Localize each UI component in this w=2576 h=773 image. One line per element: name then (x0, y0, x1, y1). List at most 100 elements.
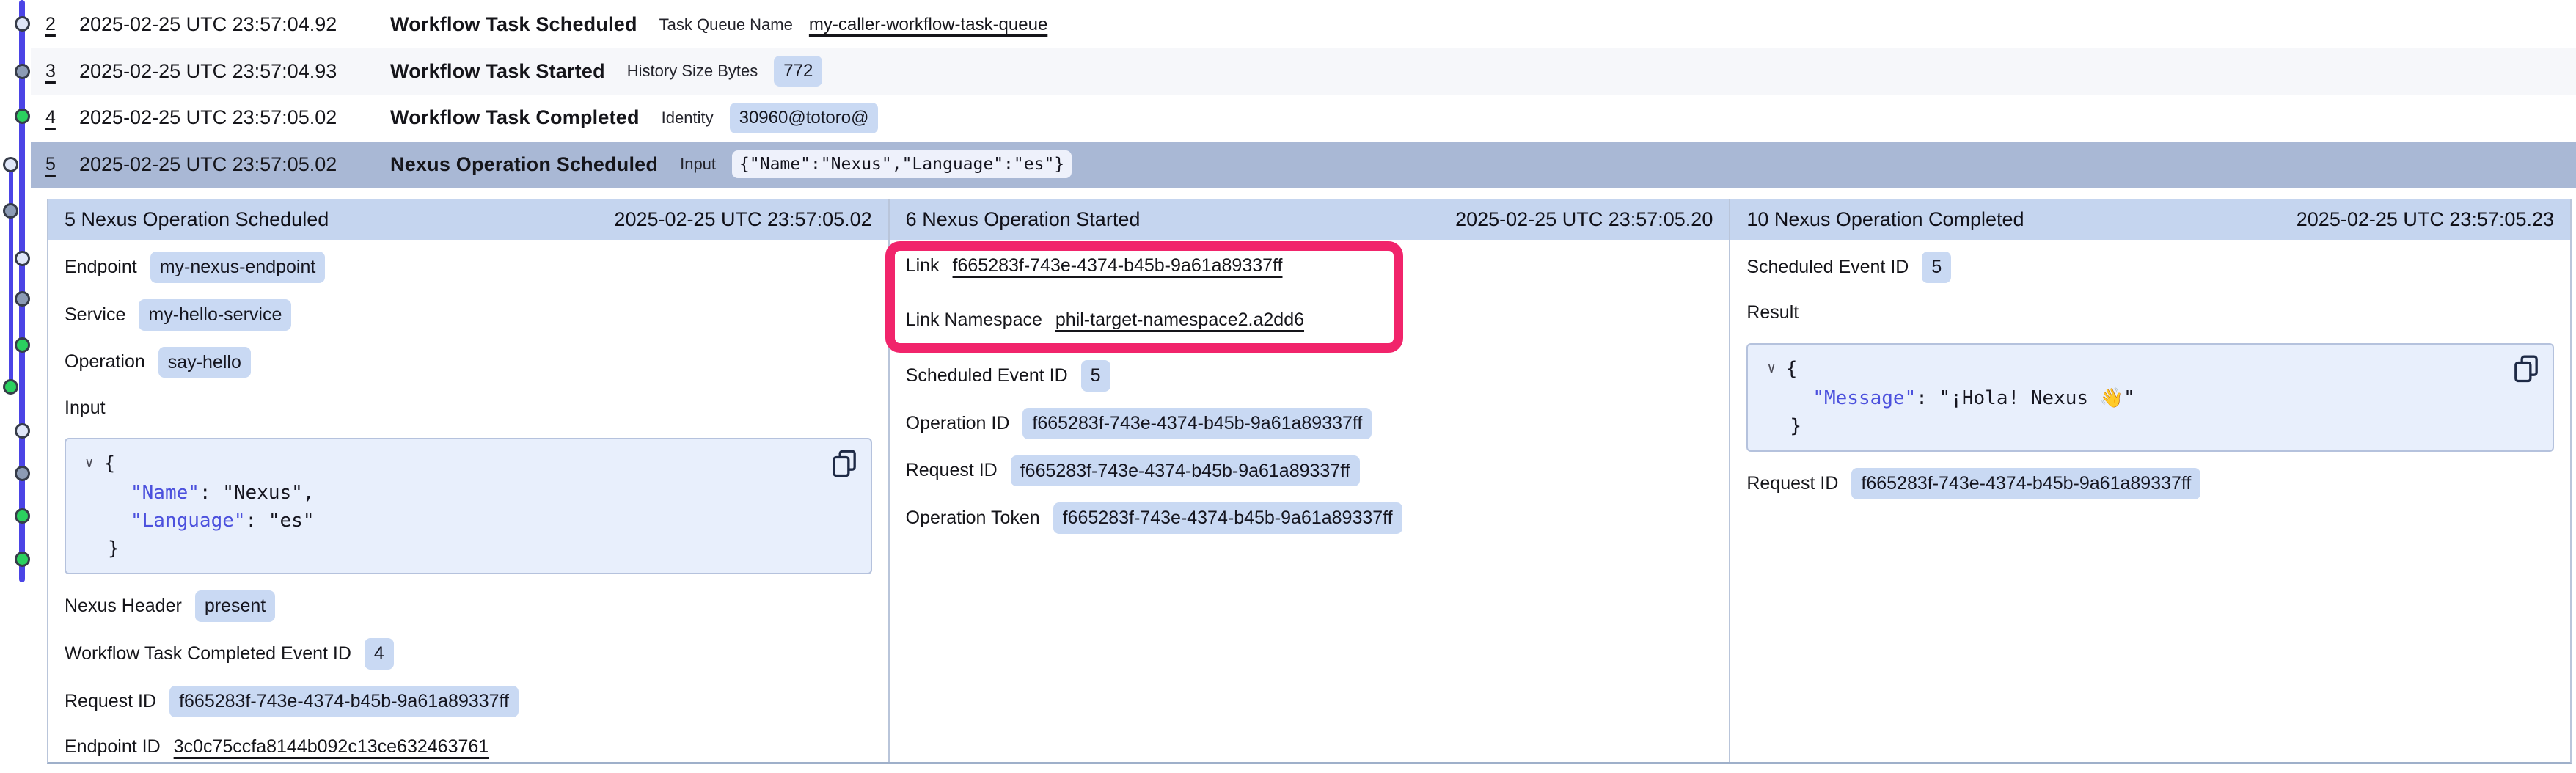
copy-icon[interactable] (830, 448, 859, 477)
json-line: } (1767, 412, 2533, 440)
timeline-event-dot[interactable] (15, 109, 30, 124)
event-detail-label: Identity (662, 109, 714, 128)
detail-row-result-label: Result (1746, 299, 2554, 327)
panel-header: 6 Nexus Operation Started 2025-02-25 UTC… (890, 199, 1730, 240)
event-row-3[interactable]: 3 2025-02-25 UTC 23:57:04.93 Workflow Ta… (31, 48, 2576, 95)
detail-row-endpoint-id: Endpoint ID 3c0c75ccfa8144b092c13ce63246… (65, 733, 872, 761)
event-row-2[interactable]: 2 2025-02-25 UTC 23:57:04.92 Workflow Ta… (31, 1, 2576, 48)
event-detail-badge: 772 (774, 56, 822, 87)
detail-badge: say-hello (158, 347, 251, 378)
detail-row-request-id: Request ID f665283f-743e-4374-b45b-9a61a… (1746, 468, 2554, 499)
detail-badge: my-nexus-endpoint (150, 252, 326, 283)
event-name: Workflow Task Started (390, 60, 605, 83)
timeline-event-dot[interactable] (15, 552, 30, 567)
event-id-link[interactable]: 4 (45, 107, 56, 128)
link-namespace-link[interactable]: phil-target-namespace2.a2dd6 (1055, 309, 1304, 331)
detail-row-link-namespace: Link Namespace phil-target-namespace2.a2… (906, 306, 1713, 334)
detail-row-request-id: Request ID f665283f-743e-4374-b45b-9a61a… (906, 455, 1713, 487)
collapse-chevron-icon[interactable]: ∨ (1767, 360, 1775, 376)
detail-label: Endpoint (65, 257, 137, 278)
endpoint-id-link[interactable]: 3c0c75ccfa8144b092c13ce632463761 (174, 736, 489, 758)
detail-label: Workflow Task Completed Event ID (65, 643, 351, 664)
detail-row-request-id: Request ID f665283f-743e-4374-b45b-9a61a… (65, 686, 872, 717)
detail-badge: my-hello-service (139, 299, 291, 331)
timeline-event-dot[interactable] (15, 508, 30, 524)
detail-label: Request ID (1746, 473, 1838, 494)
detail-label: Operation (65, 351, 145, 373)
event-row-4[interactable]: 4 2025-02-25 UTC 23:57:05.02 Workflow Ta… (31, 95, 2576, 142)
detail-badge: 4 (365, 638, 394, 670)
timeline-event-dot[interactable] (3, 379, 18, 395)
timeline-event-dot[interactable] (15, 423, 30, 439)
event-row-5-selected[interactable]: 5 2025-02-25 UTC 23:57:05.02 Nexus Opera… (31, 142, 2576, 188)
panel-timestamp: 2025-02-25 UTC 23:57:05.02 (614, 208, 871, 231)
copy-icon[interactable] (2511, 353, 2541, 383)
workflow-history-page: 2 2025-02-25 UTC 23:57:04.92 Workflow Ta… (0, 0, 2576, 773)
event-detail-label: History Size Bytes (627, 62, 758, 81)
panel-timestamp: 2025-02-25 UTC 23:57:05.23 (2297, 208, 2554, 231)
event-detail-label: Input (680, 155, 716, 174)
detail-row-operation-token: Operation Token f665283f-743e-4374-b45b-… (906, 502, 1713, 534)
detail-badge: f665283f-743e-4374-b45b-9a61a89337ff (1011, 455, 1360, 487)
detail-row-wft-completed-event-id: Workflow Task Completed Event ID 4 (65, 638, 872, 670)
detail-label: Service (65, 304, 125, 326)
detail-label: Input (65, 398, 106, 419)
event-input-badge: {"Name":"Nexus","Language":"es"} (732, 150, 1072, 178)
event-timeline-graph (0, 0, 32, 773)
detail-label: Request ID (906, 460, 998, 481)
link-workflow-link[interactable]: f665283f-743e-4374-b45b-9a61a89337ff (953, 255, 1283, 276)
json-line: "Message": "¡Hola! Nexus 👋" (1767, 384, 2533, 412)
panel-title: 6 Nexus Operation Started (906, 208, 1141, 231)
detail-label: Operation ID (906, 413, 1010, 434)
timeline-event-dot[interactable] (15, 64, 30, 79)
event-id-link[interactable]: 5 (45, 154, 56, 175)
event-detail-panels: 5 Nexus Operation Scheduled 2025-02-25 U… (47, 199, 2572, 764)
detail-label: Operation Token (906, 508, 1040, 529)
event-name: Nexus Operation Scheduled (390, 153, 658, 176)
timeline-event-dot[interactable] (3, 157, 18, 172)
detail-row-operation-id: Operation ID f665283f-743e-4374-b45b-9a6… (906, 408, 1713, 439)
detail-label: Nexus Header (65, 596, 182, 617)
detail-badge: f665283f-743e-4374-b45b-9a61a89337ff (1851, 468, 2200, 499)
event-name: Workflow Task Scheduled (390, 13, 637, 36)
panel-nexus-operation-completed: 10 Nexus Operation Completed 2025-02-25 … (1729, 199, 2570, 762)
event-detail-badge: 30960@totoro@ (730, 103, 879, 133)
detail-label: Endpoint ID (65, 736, 161, 758)
detail-label: Scheduled Event ID (1746, 257, 1909, 278)
detail-row-endpoint: Endpoint my-nexus-endpoint (65, 252, 872, 283)
task-queue-link[interactable]: my-caller-workflow-task-queue (809, 15, 1047, 35)
detail-badge: f665283f-743e-4374-b45b-9a61a89337ff (1022, 408, 1372, 439)
detail-label: Scheduled Event ID (906, 365, 1068, 386)
timeline-event-dot[interactable] (3, 203, 18, 219)
input-json-viewer: ∨{ "Name": "Nexus", "Language": "es" } (65, 438, 872, 574)
result-json-viewer: ∨{ "Message": "¡Hola! Nexus 👋" } (1746, 343, 2554, 452)
panel-title: 10 Nexus Operation Completed (1746, 208, 2024, 231)
timeline-event-dot[interactable] (15, 291, 30, 307)
detail-badge: present (195, 590, 275, 622)
json-line: ∨{ (85, 450, 852, 479)
detail-row-operation: Operation say-hello (65, 347, 872, 378)
panel-body: Scheduled Event ID 5 Result ∨{ "Message"… (1730, 240, 2570, 511)
panel-header: 5 Nexus Operation Scheduled 2025-02-25 U… (48, 199, 888, 240)
event-id-link[interactable]: 2 (45, 14, 56, 34)
timeline-event-dot[interactable] (15, 251, 30, 266)
detail-row-link: Link f665283f-743e-4374-b45b-9a61a89337f… (906, 252, 1713, 279)
json-line: "Name": "Nexus", (85, 479, 852, 507)
event-timestamp: 2025-02-25 UTC 23:57:04.92 (79, 13, 390, 36)
event-id-link[interactable]: 3 (45, 61, 56, 81)
collapse-chevron-icon[interactable]: ∨ (85, 455, 93, 471)
detail-row-nexus-header: Nexus Header present (65, 590, 872, 622)
detail-badge: f665283f-743e-4374-b45b-9a61a89337ff (169, 686, 519, 717)
detail-label: Request ID (65, 691, 156, 712)
detail-badge: 5 (1922, 252, 1951, 283)
detail-label: Link Namespace (906, 309, 1042, 331)
detail-label: Link (906, 255, 940, 276)
timeline-event-dot[interactable] (15, 466, 30, 481)
event-timestamp: 2025-02-25 UTC 23:57:05.02 (79, 153, 390, 176)
panel-nexus-operation-scheduled: 5 Nexus Operation Scheduled 2025-02-25 U… (48, 199, 888, 762)
timeline-event-dot[interactable] (15, 337, 30, 353)
detail-row-scheduled-event-id: Scheduled Event ID 5 (1746, 252, 2554, 283)
detail-row-service: Service my-hello-service (65, 299, 872, 331)
detail-badge: 5 (1081, 360, 1110, 392)
timeline-event-dot[interactable] (15, 16, 30, 32)
